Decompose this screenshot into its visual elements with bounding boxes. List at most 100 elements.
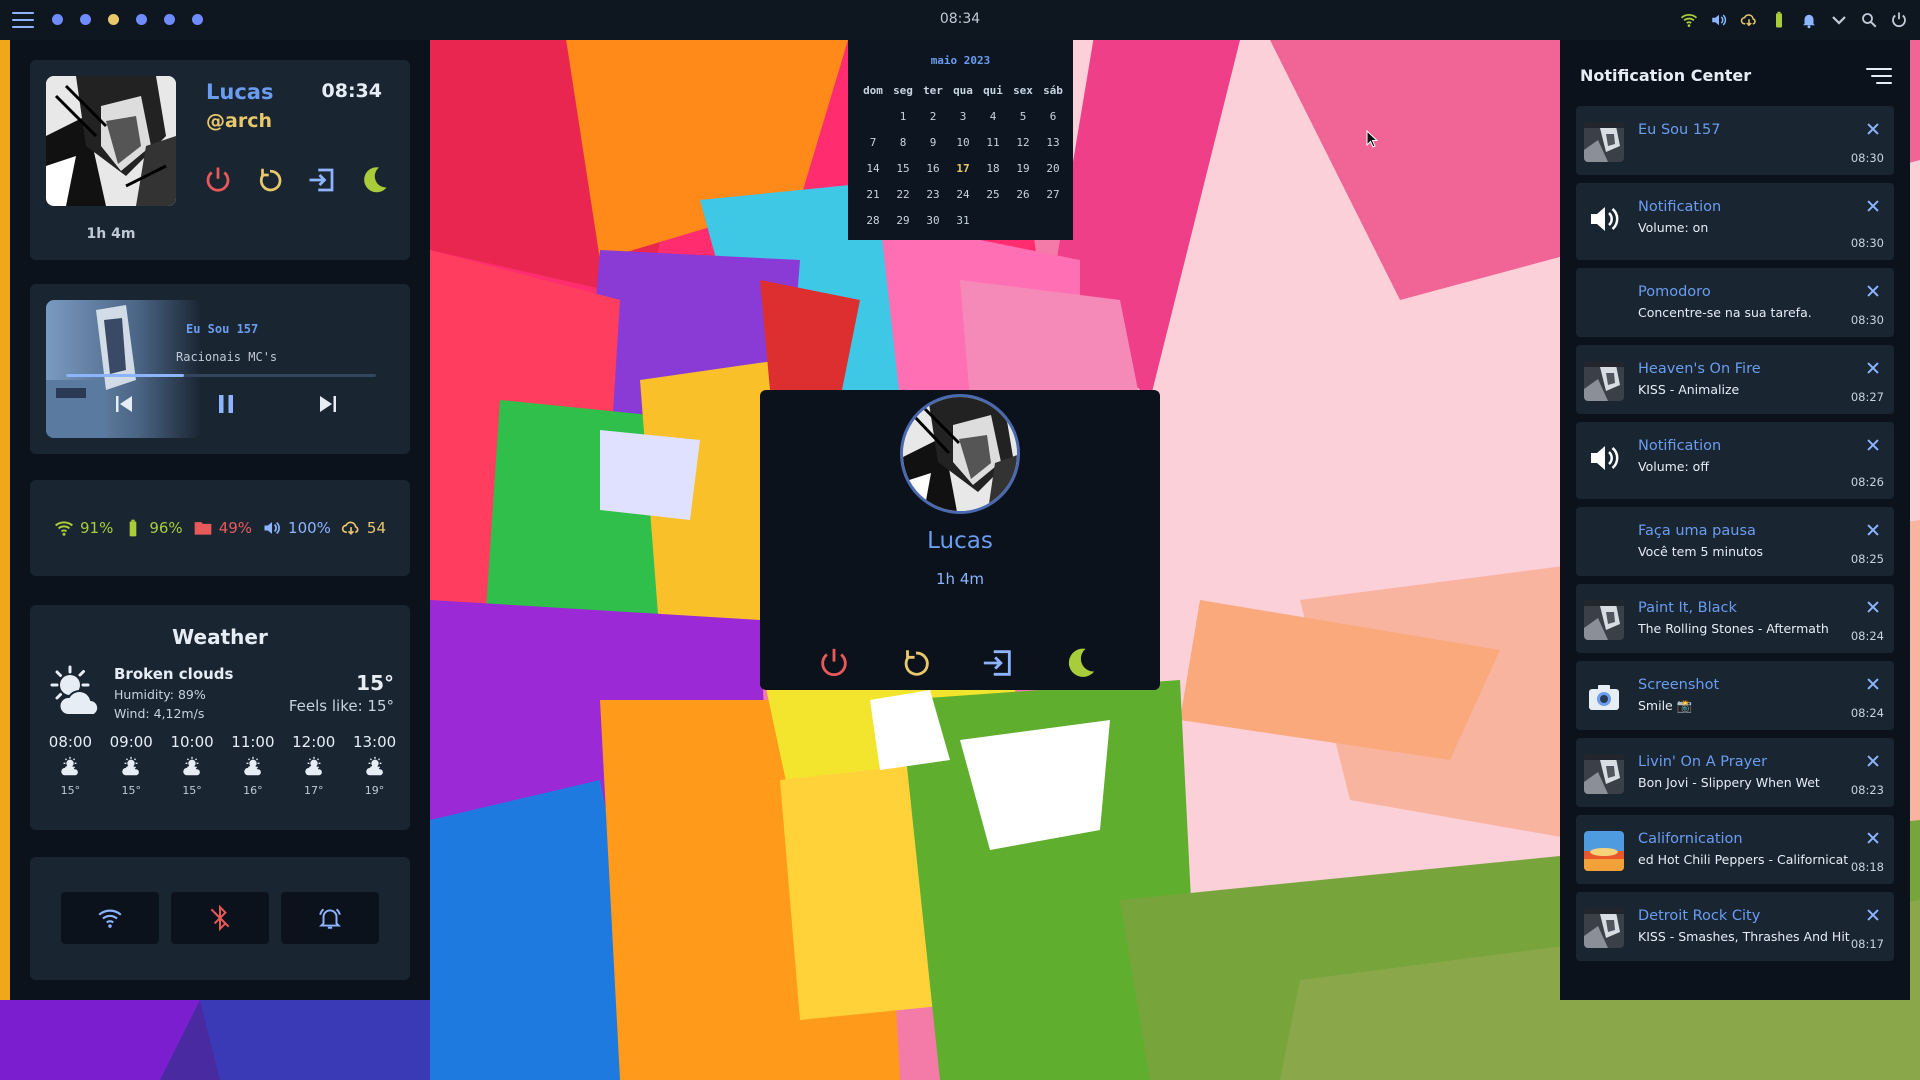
wifi-toggle[interactable] <box>61 892 159 944</box>
bluetooth-toggle[interactable] <box>171 892 269 944</box>
power-icon[interactable] <box>1888 9 1910 31</box>
calendar-day[interactable]: 7 <box>858 130 888 156</box>
logout-button[interactable] <box>978 643 1018 683</box>
calendar-day[interactable]: 16 <box>918 156 948 182</box>
calendar-day[interactable]: 13 <box>1038 130 1068 156</box>
calendar-weekday: seg <box>893 84 913 97</box>
calendar-month-title: maio 2023 <box>930 54 991 67</box>
calendar-day[interactable]: 1 <box>888 104 918 130</box>
calendar-day[interactable]: 6 <box>1038 104 1068 130</box>
clear-notifications-icon[interactable] <box>1866 65 1892 87</box>
previous-track-button[interactable] <box>110 390 138 418</box>
notification-item[interactable]: Faça uma pausa Você tem 5 minutos 08:25 <box>1576 507 1894 576</box>
track-progress-bar[interactable] <box>66 374 376 377</box>
close-icon[interactable] <box>1866 908 1880 922</box>
logout-button[interactable] <box>306 164 338 196</box>
close-icon[interactable] <box>1866 361 1880 375</box>
menu-icon[interactable] <box>12 9 34 31</box>
calendar-day[interactable]: 9 <box>918 130 948 156</box>
calendar-today[interactable]: 17 <box>948 156 978 182</box>
workspace-6[interactable] <box>192 14 203 25</box>
sleep-button[interactable] <box>358 164 390 196</box>
calendar-day[interactable]: 14 <box>858 156 888 182</box>
calendar-day[interactable]: 24 <box>948 182 978 208</box>
sleep-button[interactable] <box>1060 643 1100 683</box>
close-icon[interactable] <box>1866 199 1880 213</box>
calendar-day[interactable]: 25 <box>978 182 1008 208</box>
notification-item[interactable]: Eu Sou 157 08:30 <box>1576 106 1894 175</box>
volume-icon[interactable] <box>1708 9 1730 31</box>
close-icon[interactable] <box>1866 754 1880 768</box>
calendar-day[interactable]: 11 <box>978 130 1008 156</box>
notification-item[interactable]: Screenshot Smile 📸 08:24 <box>1576 661 1894 730</box>
close-icon[interactable] <box>1866 600 1880 614</box>
updates-stat: 54 <box>341 518 386 538</box>
avatar <box>900 394 1020 514</box>
workspace-1[interactable] <box>52 14 63 25</box>
shutdown-button[interactable] <box>814 643 854 683</box>
calendar-day[interactable]: 2 <box>918 104 948 130</box>
notification-item[interactable]: Livin' On A Prayer Bon Jovi - Slippery Wh… <box>1576 738 1894 807</box>
notification-item[interactable]: Californication ed Hot Chili Peppers - Ca… <box>1576 815 1894 884</box>
moon-icon <box>364 167 387 193</box>
pause-button[interactable] <box>212 390 240 418</box>
calendar-day[interactable]: 21 <box>858 182 888 208</box>
battery-icon[interactable] <box>1768 9 1790 31</box>
close-icon[interactable] <box>1866 122 1880 136</box>
shutdown-button[interactable] <box>202 164 234 196</box>
next-track-button[interactable] <box>314 390 342 418</box>
notification-item[interactable]: Pomodoro Concentre-se na sua tarefa. 08:30 <box>1576 268 1894 337</box>
wifi-icon[interactable] <box>1678 9 1700 31</box>
wifi-stat: 91% <box>54 518 113 538</box>
restart-button[interactable] <box>896 643 936 683</box>
close-icon[interactable] <box>1866 677 1880 691</box>
calendar-weekday: qua <box>953 84 973 97</box>
close-icon[interactable] <box>1866 523 1880 537</box>
calendar-day[interactable]: 31 <box>948 208 978 234</box>
calendar-day[interactable]: 30 <box>918 208 948 234</box>
chevron-down-icon[interactable] <box>1828 9 1850 31</box>
close-icon[interactable] <box>1866 831 1880 845</box>
calendar-day[interactable]: 12 <box>1008 130 1038 156</box>
user-handle: @arch <box>206 110 272 132</box>
forecast-time: 10:00 <box>170 733 214 751</box>
notification-item[interactable]: Heaven's On Fire KISS - Animalize 08:27 <box>1576 345 1894 414</box>
notifications-toggle[interactable] <box>281 892 379 944</box>
cloud-download-icon[interactable] <box>1738 9 1760 31</box>
close-icon[interactable] <box>1866 438 1880 452</box>
close-icon[interactable] <box>1866 284 1880 298</box>
notification-item[interactable]: Paint It, Black The Rolling Stones - Afte… <box>1576 584 1894 653</box>
calendar-day[interactable]: 23 <box>918 182 948 208</box>
calendar-day[interactable]: 3 <box>948 104 978 130</box>
search-icon[interactable] <box>1858 9 1880 31</box>
calendar-day[interactable]: 8 <box>888 130 918 156</box>
bell-icon[interactable] <box>1798 9 1820 31</box>
calendar-day[interactable]: 22 <box>888 182 918 208</box>
calendar-day[interactable]: 26 <box>1008 182 1038 208</box>
calendar-day[interactable]: 5 <box>1008 104 1038 130</box>
wifi-icon <box>55 521 73 536</box>
calendar-day[interactable]: 20 <box>1038 156 1068 182</box>
workspace-5[interactable] <box>164 14 175 25</box>
calendar-day[interactable]: 4 <box>978 104 1008 130</box>
notification-list: Eu Sou 157 08:30 Notification Volume: on 08:… <box>1576 106 1894 986</box>
calendar-day[interactable]: 18 <box>978 156 1008 182</box>
volume-value: 100% <box>288 519 331 537</box>
workspace-2[interactable] <box>80 14 91 25</box>
calendar-day[interactable]: 29 <box>888 208 918 234</box>
calendar-day[interactable]: 28 <box>858 208 888 234</box>
calendar-day[interactable]: 10 <box>948 130 978 156</box>
restart-button[interactable] <box>254 164 286 196</box>
notification-item[interactable]: Notification Volume: on 08:30 <box>1576 183 1894 260</box>
popup-uptime: 1h 4m <box>936 570 984 588</box>
hourly-forecast: 08:00 15° 09:00 15° 10:00 15° 11:00 16° … <box>40 733 405 797</box>
notification-center: Notification Center Eu Sou 157 08:30 Notif… <box>1560 40 1910 1000</box>
calendar-day[interactable]: 27 <box>1038 182 1068 208</box>
workspace-4[interactable] <box>136 14 147 25</box>
calendar-day[interactable]: 15 <box>888 156 918 182</box>
workspace-3[interactable] <box>108 14 119 25</box>
calendar-day[interactable]: 19 <box>1008 156 1038 182</box>
wifi-value: 91% <box>80 519 114 537</box>
notification-item[interactable]: Notification Volume: off 08:26 <box>1576 422 1894 499</box>
notification-item[interactable]: Detroit Rock City KISS - Smashes, Thrashe… <box>1576 892 1894 961</box>
